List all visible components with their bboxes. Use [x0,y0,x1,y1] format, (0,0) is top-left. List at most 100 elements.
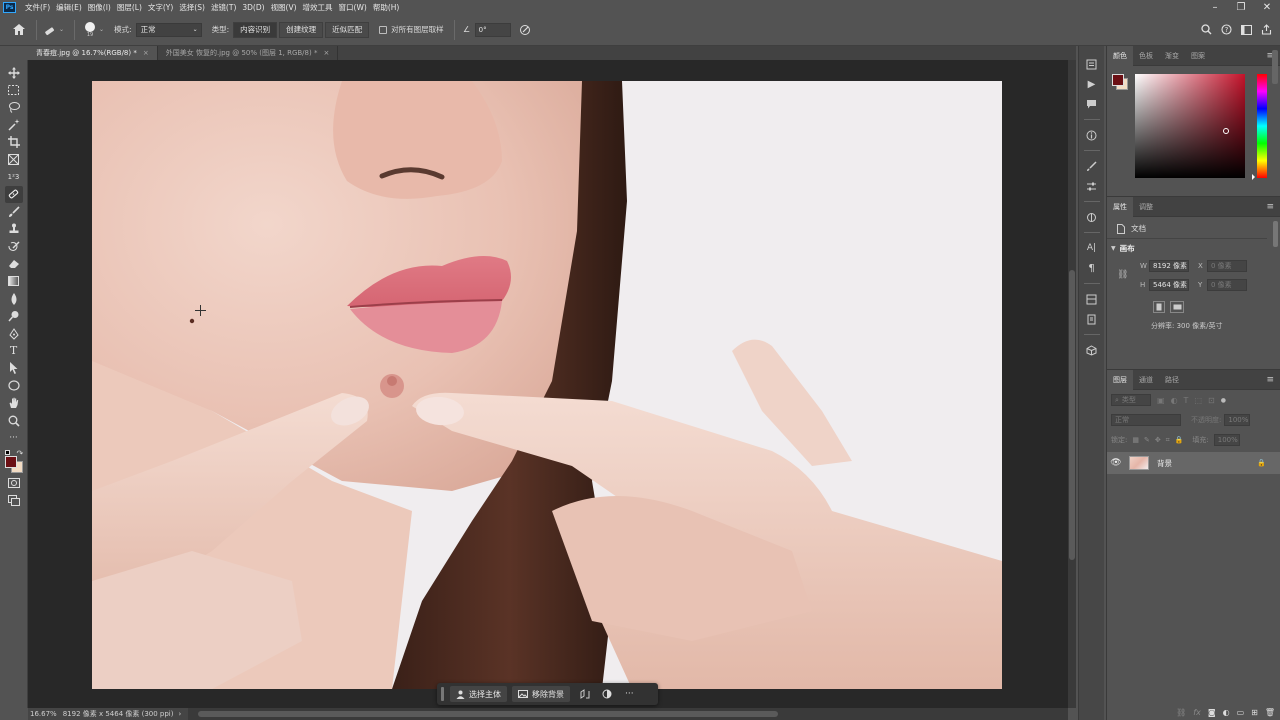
lock-image-icon[interactable]: ✎ [1144,436,1150,444]
ellipse-tool-icon[interactable] [5,377,23,394]
actions-play-icon[interactable]: ▶ [1083,75,1101,93]
add-mask-icon[interactable]: ◙ [1208,708,1216,717]
y-input[interactable]: 0 像素 [1207,279,1247,291]
remove-background-button[interactable]: 移除背景 [512,686,570,702]
link-icon[interactable]: ⛓ [1117,270,1128,280]
menu-image[interactable]: 图像(I) [85,2,114,13]
filter-toggle-icon[interactable]: ● [1221,397,1226,404]
layer-name[interactable]: 背景 [1157,458,1172,469]
width-input[interactable]: 8192 像素 [1149,260,1189,272]
proximity-match-button[interactable]: 近似匹配 [325,21,370,38]
kind-filter-dropdown[interactable]: ⌕ 类型 [1111,394,1151,406]
menu-help[interactable]: 帮助(H) [370,2,403,13]
blur-tool-icon[interactable] [5,290,23,307]
menu-3d[interactable]: 3D(D) [239,3,267,12]
move-tool-icon[interactable] [5,64,23,81]
fx-icon[interactable]: fx [1193,708,1201,717]
link-layers-icon[interactable]: ⛓ [1176,708,1186,717]
swap-colors-icon[interactable]: ↷ [17,449,24,458]
lock-position-icon[interactable]: ✥ [1155,436,1161,444]
history-brush-tool-icon[interactable] [5,238,23,255]
workspace-icon[interactable] [1240,24,1252,36]
help-icon[interactable]: ? [1220,24,1232,36]
panel-scroll-thumb[interactable] [1272,50,1278,84]
brush-settings-icon[interactable] [1083,177,1101,195]
eraser-tool-icon[interactable] [5,255,23,272]
opacity-input[interactable]: 100% [1224,414,1251,426]
more-options-icon[interactable]: ··· [625,689,634,699]
filter-pixel-icon[interactable]: ▣ [1157,396,1165,405]
share-icon[interactable] [1260,24,1272,36]
landscape-orientation-button[interactable] [1170,301,1184,313]
menu-select[interactable]: 选择(S) [176,2,208,13]
more-tools-icon[interactable]: ··· [5,429,23,446]
character-panel-icon[interactable]: A| [1083,239,1101,257]
tab-gradients[interactable]: 渐变 [1159,46,1185,66]
menu-view[interactable]: 视图(V) [268,2,300,13]
frame-tool-icon[interactable] [5,151,23,168]
fill-input[interactable]: 100% [1213,434,1240,446]
tab-layers[interactable]: 图层 [1107,369,1133,390]
adjustment-icon[interactable] [601,688,613,700]
portrait-orientation-button[interactable] [1153,301,1165,313]
dodge-tool-icon[interactable] [5,307,23,324]
pen-tool-icon[interactable] [5,325,23,342]
restore-icon[interactable]: ❐ [1228,0,1254,14]
filter-adjustment-icon[interactable]: ◐ [1171,396,1178,405]
new-adjustment-layer-icon[interactable]: ◐ [1223,708,1230,717]
spot-healing-brush-preset-icon[interactable] [43,24,59,36]
menu-edit[interactable]: 编辑(E) [53,2,85,13]
brush-tool-icon[interactable] [5,203,23,220]
filter-type-icon[interactable]: T [1184,396,1189,405]
tab-properties[interactable]: 属性 [1107,196,1133,217]
path-selection-tool-icon[interactable] [5,360,23,377]
horizontal-scrollbar-thumb[interactable] [198,711,778,717]
home-icon[interactable] [12,24,26,36]
angle-input[interactable]: 0° [474,22,511,37]
lock-all-icon[interactable]: 🔒 [1175,436,1184,444]
close-icon[interactable]: ✕ [1254,0,1280,14]
collapse-icon[interactable]: ▼ [1111,245,1116,252]
lock-artboard-icon[interactable]: ⌗ [1166,436,1170,445]
menu-filter[interactable]: 滤镜(T) [208,2,239,13]
color-picker-handle-icon[interactable] [1223,128,1229,134]
screen-mode-icon[interactable] [5,492,23,509]
tab-paths[interactable]: 路径 [1159,370,1185,390]
lock-transparent-icon[interactable]: ▦ [1132,436,1139,444]
visibility-eye-icon[interactable]: 👁 [1107,458,1125,468]
transform-icon[interactable] [579,688,591,700]
foreground-color-swatch[interactable] [4,455,17,468]
status-menu-arrow-icon[interactable]: › [178,710,181,718]
vertical-scrollbar-thumb[interactable] [1069,270,1075,560]
zoom-level[interactable]: 16.67% [30,710,57,718]
mode-dropdown[interactable]: 正常 ⌄ [135,22,202,37]
tab-channels[interactable]: 通道 [1133,370,1159,390]
eyedropper-tool-icon[interactable]: 1²3 [5,168,23,185]
type-tool-icon[interactable]: T [5,342,23,359]
drag-handle-icon[interactable] [441,687,444,701]
filter-shape-icon[interactable]: ⬚ [1194,396,1202,405]
lasso-tool-icon[interactable] [5,99,23,116]
libraries-icon[interactable] [1083,290,1101,308]
hue-slider-marker-icon[interactable] [1252,174,1255,180]
new-layer-icon[interactable]: ⊞ [1251,708,1258,717]
magic-wand-tool-icon[interactable] [5,116,23,133]
chevron-down-icon[interactable]: ⌄ [99,26,104,33]
menu-layer[interactable]: 图层(L) [114,2,145,13]
notes-icon[interactable] [1083,310,1101,328]
3d-panel-icon[interactable] [1083,341,1101,359]
quick-mask-icon[interactable] [5,475,23,492]
document-info[interactable]: 8192 像素 x 5464 像素 (300 ppi) [63,709,174,719]
tab-swatches[interactable]: 色板 [1133,46,1159,66]
delete-layer-icon[interactable]: 🗑 [1265,708,1275,717]
panel-foreground-swatch[interactable] [1112,74,1124,86]
clone-stamp-tool-icon[interactable] [5,221,23,238]
content-aware-button[interactable]: 内容识别 [233,21,278,38]
brushes-panel-icon[interactable] [1083,157,1101,175]
document-canvas-image[interactable] [92,81,1002,689]
info-icon[interactable] [1083,126,1101,144]
marquee-tool-icon[interactable] [5,81,23,98]
sample-all-layers-checkbox[interactable] [379,25,388,34]
chevron-down-icon[interactable]: ⌄ [59,26,64,33]
tab-patterns[interactable]: 图案 [1185,46,1211,66]
